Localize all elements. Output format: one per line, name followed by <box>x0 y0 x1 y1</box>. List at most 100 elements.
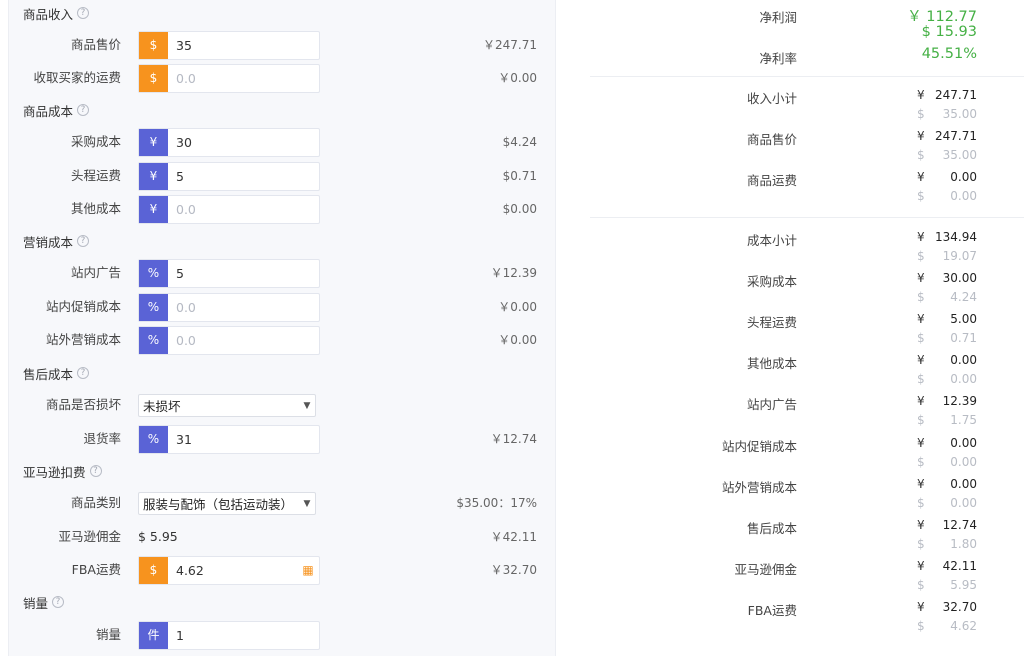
other-placeholder[interactable]: 0.0 <box>168 196 319 223</box>
shipping-income-placeholder[interactable]: 0.0 <box>168 65 319 92</box>
category-select[interactable]: 服装与配饰（包括运动装） ▼ <box>138 492 316 515</box>
ads-input[interactable]: % 5 <box>138 259 320 288</box>
yuan-tag: ¥ <box>139 129 168 156</box>
dollar-symbol: $ <box>917 455 925 469</box>
price-value[interactable]: 35 <box>168 32 319 59</box>
summary-cny-value: 0.00 <box>950 477 977 491</box>
net-margin-value: 45.51% <box>921 46 977 62</box>
net-margin-label: 净利率 <box>759 51 797 66</box>
percent-tag: % <box>139 426 168 453</box>
help-icon[interactable]: ? <box>77 235 90 247</box>
promo-input[interactable]: % 0.0 <box>138 293 320 322</box>
offsite-label: 站外营销成本 <box>45 332 121 347</box>
headhaul-amount: $0.71 <box>502 169 537 183</box>
commission-value: $ 5.95 <box>138 529 178 544</box>
help-icon[interactable]: ? <box>77 7 90 19</box>
headhaul-input[interactable]: ¥ 5 <box>138 162 320 191</box>
summary-cny-value: 247.71 <box>935 129 977 143</box>
dollar-symbol: $ <box>917 249 925 263</box>
commission-amount: ￥42.11 <box>490 530 537 544</box>
fba-input[interactable]: $ 4.62 ▦ <box>138 556 320 585</box>
return-rate-value[interactable]: 31 <box>168 426 319 453</box>
net-profit-usd: $ 15.93 <box>921 24 977 40</box>
calculator-icon[interactable]: ▦ <box>297 557 319 584</box>
summary-cny-value: 0.00 <box>950 353 977 367</box>
yuan-symbol: ¥ <box>917 230 925 244</box>
row-shipping-income: 收取买家的运费 $ 0.0 ￥0.00 <box>9 63 557 93</box>
summary-usd-value: 0.00 <box>950 372 977 386</box>
shipping-income-input[interactable]: $ 0.0 <box>138 64 320 93</box>
chevron-down-icon: ▼ <box>303 498 311 509</box>
summary-cny-value: 0.00 <box>950 170 977 184</box>
summary-usd-value: 1.75 <box>950 413 977 427</box>
net-profit-label: 净利润 <box>759 10 797 25</box>
purchase-input[interactable]: ¥ 30 <box>138 128 320 157</box>
section-aftersale-title: 售后成本 <box>23 366 74 382</box>
offsite-placeholder[interactable]: 0.0 <box>168 327 319 354</box>
return-rate-amount: ￥12.74 <box>490 432 537 446</box>
offsite-input[interactable]: % 0.0 <box>138 326 320 355</box>
yuan-symbol: ¥ <box>917 436 925 450</box>
profit-summary-panel: 净利润 ￥ 112.77 $ 15.93 净利率 45.51% 收入小计 ¥247… <box>562 0 1024 656</box>
purchase-amount: $4.24 <box>502 135 537 149</box>
help-icon[interactable]: ? <box>52 596 65 608</box>
fba-value[interactable]: 4.62 <box>168 557 297 584</box>
help-icon[interactable]: ? <box>77 104 90 116</box>
summary-label: 站内广告 <box>746 397 797 412</box>
summary-label: 站内促销成本 <box>721 439 797 454</box>
promo-placeholder[interactable]: 0.0 <box>168 294 319 321</box>
qty-value[interactable]: 1 <box>168 622 319 649</box>
summary-cny-value: 5.00 <box>950 312 977 326</box>
qty-label: 销量 <box>95 627 121 642</box>
damaged-select[interactable]: 未损坏 ▼ <box>138 394 316 417</box>
section-marketing: 营销成本 ? <box>23 232 90 250</box>
section-amazon-title: 亚马逊扣费 <box>23 464 86 480</box>
price-input[interactable]: $ 35 <box>138 31 320 60</box>
other-input[interactable]: ¥ 0.0 <box>138 195 320 224</box>
summary-usd-value: 1.80 <box>950 537 977 551</box>
percent-tag: % <box>139 327 168 354</box>
purchase-value[interactable]: 30 <box>168 129 319 156</box>
row-price: 商品售价 $ 35 ￥247.71 <box>9 30 557 60</box>
other-label: 其他成本 <box>70 201 121 216</box>
dollar-symbol: $ <box>917 290 925 304</box>
help-icon[interactable]: ? <box>89 465 102 477</box>
offsite-amount: ￥0.00 <box>498 333 537 347</box>
help-icon[interactable]: ? <box>77 367 90 379</box>
percent-tag: % <box>139 260 168 287</box>
row-qty: 销量 件 1 <box>9 620 557 650</box>
row-purchase: 采购成本 ¥ 30 $4.24 <box>9 127 557 157</box>
summary-label: 商品运费 <box>746 173 797 188</box>
dollar-tag: $ <box>139 65 168 92</box>
dollar-symbol: $ <box>917 107 925 121</box>
net-profit-cny: ￥ 112.77 <box>907 9 977 25</box>
section-amazon: 亚马逊扣费 ? <box>23 462 102 480</box>
divider <box>590 76 1024 77</box>
row-commission: 亚马逊佣金 $ 5.95 ￥42.11 <box>9 522 557 552</box>
ads-value[interactable]: 5 <box>168 260 319 287</box>
ads-amount: ￥12.39 <box>490 266 537 280</box>
section-income-title: 商品收入 <box>23 6 74 22</box>
summary-cny-value: 247.71 <box>935 88 977 102</box>
dollar-symbol: $ <box>917 189 925 203</box>
category-amount: $35.00：17% <box>456 496 537 510</box>
ads-label: 站内广告 <box>70 265 121 280</box>
fba-amount: ￥32.70 <box>490 563 537 577</box>
shipping-income-amount: ￥0.00 <box>498 71 537 85</box>
summary-cny-value: 32.70 <box>942 600 977 614</box>
qty-input[interactable]: 件 1 <box>138 621 320 650</box>
row-promo: 站内促销成本 % 0.0 ￥0.00 <box>9 292 557 322</box>
price-amount: ￥247.71 <box>483 38 537 52</box>
summary-label: 采购成本 <box>746 274 797 289</box>
return-rate-input[interactable]: % 31 <box>138 425 320 454</box>
dollar-symbol: $ <box>917 496 925 510</box>
damaged-label: 商品是否损坏 <box>45 397 121 412</box>
category-label: 商品类别 <box>70 495 121 510</box>
section-cost: 商品成本 ? <box>23 101 90 119</box>
commission-label: 亚马逊佣金 <box>58 529 121 544</box>
other-amount: $0.00 <box>502 202 537 216</box>
category-selected: 服装与配饰（包括运动装） <box>143 497 294 512</box>
dollar-tag: $ <box>139 557 168 584</box>
dollar-symbol: $ <box>917 537 925 551</box>
headhaul-value[interactable]: 5 <box>168 163 319 190</box>
